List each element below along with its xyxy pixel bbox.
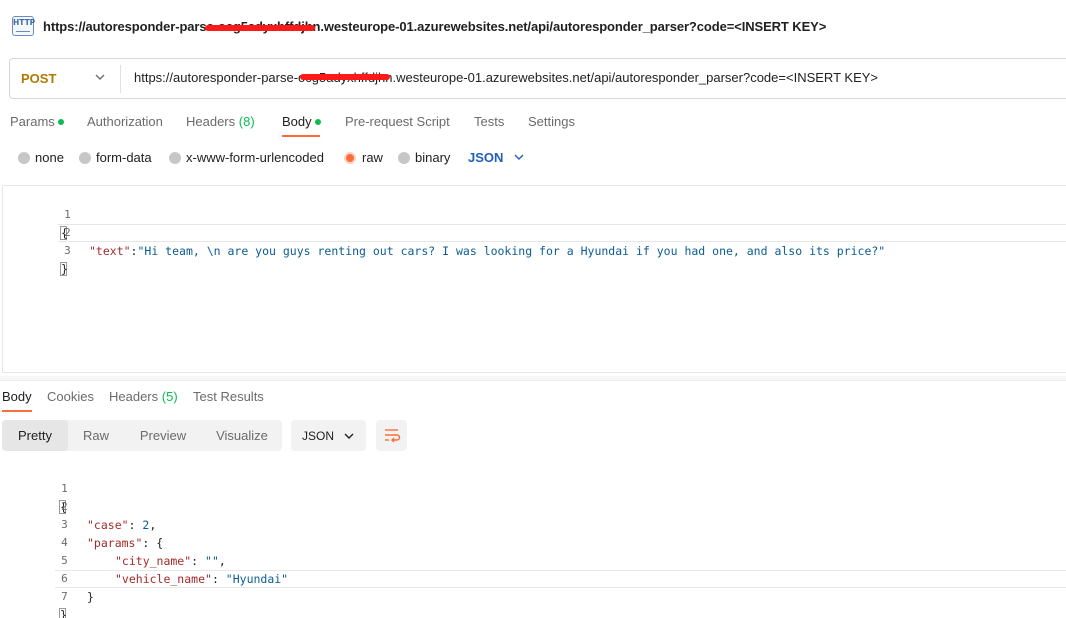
tab-headers-count: (8)	[238, 114, 255, 129]
line-number: 7	[61, 590, 68, 603]
tab-settings[interactable]: Settings	[528, 114, 575, 129]
url-bar: POST https://autoresponder-parse-ocg5ady…	[9, 58, 1066, 99]
radio-binary[interactable]	[398, 152, 410, 164]
json-key: "text"	[89, 244, 131, 258]
close-brace: }	[60, 262, 68, 276]
redaction-mark	[300, 74, 390, 80]
active-response-tab-indicator	[2, 410, 32, 412]
response-format-select[interactable]: JSON	[291, 420, 366, 451]
chevron-down-icon	[344, 433, 354, 439]
tab-body[interactable]: Body	[282, 114, 321, 129]
json-string-value: "Hi team, \n are you guys renting out ca…	[137, 244, 886, 258]
http-icon: HTTP	[12, 16, 35, 36]
body-type-selector: none form-data x-www-form-urlencoded raw…	[0, 148, 1066, 170]
code-content: "text":"Hi team, \n are you guys renting…	[89, 242, 885, 260]
response-tab-test-results[interactable]: Test Results	[193, 389, 264, 404]
response-tab-cookies[interactable]: Cookies	[47, 389, 94, 404]
chevron-down-icon[interactable]	[513, 150, 525, 164]
radio-binary-label[interactable]: binary	[415, 150, 450, 165]
view-preview-button[interactable]: Preview	[128, 420, 198, 451]
response-body-viewer[interactable]: 1 { 2 "case": 2, 3 "params": { 4 "city_n…	[0, 462, 1066, 618]
url-input[interactable]: https://autoresponder-parse-ocg5adyxhffd…	[134, 70, 878, 85]
close-brace: }	[59, 608, 67, 618]
radio-urlencoded-label[interactable]: x-www-form-urlencoded	[186, 150, 324, 165]
line-number: 3	[64, 244, 71, 257]
response-format-label: JSON	[302, 429, 335, 443]
code-line: 3 }	[3, 224, 1066, 276]
radio-urlencoded[interactable]	[169, 152, 181, 164]
view-visualize-button[interactable]: Visualize	[202, 420, 282, 451]
tab-tests[interactable]: Tests	[474, 114, 504, 129]
body-status-dot	[314, 118, 321, 125]
code-line: 6 }	[0, 552, 1066, 604]
response-tab-body[interactable]: Body	[2, 389, 32, 404]
tab-params[interactable]: Params	[10, 114, 64, 129]
radio-form-data-label[interactable]: form-data	[96, 150, 152, 165]
tab-prerequest-script[interactable]: Pre-request Script	[345, 114, 450, 129]
request-title-bar: HTTP https://autoresponder-parse-ocg5ady…	[0, 0, 1066, 52]
active-tab-indicator	[282, 135, 320, 137]
pane-resize-handle[interactable]	[0, 376, 1066, 381]
code-line: 1 {	[3, 188, 1066, 240]
code-line: 2 "case": 2,	[0, 480, 1066, 532]
method-selector[interactable]: POST	[21, 71, 56, 86]
radio-raw[interactable]	[344, 152, 356, 164]
response-tab-headers[interactable]: Headers (5)	[109, 389, 178, 404]
response-tab-headers-label: Headers	[109, 389, 159, 404]
code-content: }	[60, 260, 68, 278]
tab-authorization[interactable]: Authorization	[87, 114, 163, 129]
tab-params-label: Params	[10, 114, 55, 129]
tab-headers[interactable]: Headers (8)	[186, 114, 255, 129]
chevron-down-icon[interactable]	[94, 70, 106, 84]
code-content: }	[59, 606, 67, 618]
params-status-dot	[57, 118, 64, 125]
request-title[interactable]: https://autoresponder-parse-ocg5adyxhffd…	[43, 19, 826, 34]
wrap-lines-icon	[385, 429, 401, 443]
tab-headers-label: Headers	[186, 114, 236, 129]
view-raw-button[interactable]: Raw	[68, 420, 124, 451]
code-line: 3 "params": {	[0, 498, 1066, 550]
redaction-mark	[205, 25, 315, 31]
view-pretty-button[interactable]: Pretty	[2, 420, 68, 451]
response-tabs: Body Cookies Headers (5) Test Results	[0, 386, 1066, 412]
code-line: 5 "vehicle_name": "Hyundai"	[0, 534, 1066, 586]
code-line: 4 "city_name": "",	[0, 516, 1066, 568]
code-content: }	[87, 588, 94, 606]
radio-none[interactable]	[18, 152, 30, 164]
view-mode-segmented-control: Pretty Raw Preview Visualize	[2, 420, 282, 451]
raw-format-select[interactable]: JSON	[468, 150, 503, 165]
radio-none-label[interactable]: none	[35, 150, 64, 165]
radio-raw-label[interactable]: raw	[362, 150, 383, 165]
code-line: 7 }	[0, 570, 1066, 618]
radio-form-data[interactable]	[79, 152, 91, 164]
tab-body-label: Body	[282, 114, 312, 129]
request-body-editor[interactable]: 1 { 2 "text":"Hi team, \n are you guys r…	[2, 185, 1066, 373]
wrap-lines-button[interactable]	[376, 420, 407, 451]
url-divider	[120, 65, 121, 93]
response-tab-headers-count: (5)	[161, 389, 178, 404]
close-brace: }	[87, 590, 94, 604]
code-line: 2 "text":"Hi team, \n are you guys renti…	[3, 206, 1066, 258]
request-tabs: Params Authorization Headers (8) Body Pr…	[0, 108, 1066, 138]
code-line: 1 {	[0, 462, 1066, 514]
